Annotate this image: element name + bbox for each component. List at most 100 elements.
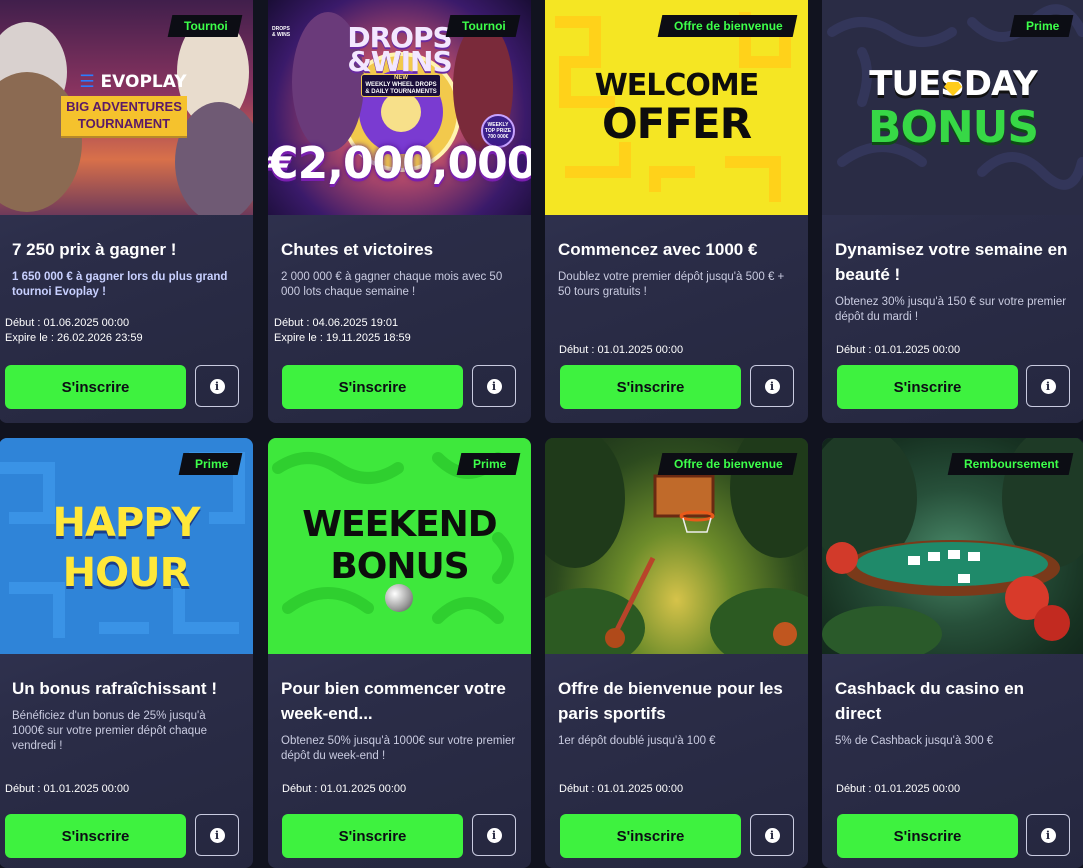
- promo-card-drops-wins: DROPS & WINS DROPS &WINS NEW WEEKLY WHEE…: [268, 0, 531, 423]
- promo-dates: Début : 04.06.2025 19:01 Expire le : 19.…: [274, 316, 411, 346]
- category-tag: Remboursement: [947, 453, 1074, 475]
- info-icon: i: [1040, 378, 1056, 394]
- promo-banner[interactable]: ☰ EVOPLAY BIG ADVENTURES TOURNAMENT Tour…: [0, 0, 253, 215]
- start-date: Début : 04.06.2025 19:01: [274, 317, 399, 329]
- promo-card-weekend-bonus: WEEKEND BONUS Prime Pour bien commencer …: [268, 438, 531, 868]
- expire-date: Expire le : 19.11.2025 18:59: [274, 332, 411, 344]
- promo-banner[interactable]: TUESDAY BONUS Prime: [822, 0, 1083, 215]
- promo-title: Pour bien commencer votre week-end...: [281, 679, 506, 723]
- banner-sub1: NEW: [394, 75, 408, 81]
- promo-title: Cashback du casino en direct: [835, 679, 1024, 723]
- banner-sub3: & DAILY TOURNAMENTS: [365, 89, 437, 95]
- promotions-grid: ☰ EVOPLAY BIG ADVENTURES TOURNAMENT Tour…: [0, 0, 1083, 868]
- promo-title: Un bonus rafraîchissant !: [12, 679, 217, 698]
- category-tag: Offre de bienvenue: [657, 453, 798, 475]
- promo-card-tuesday-bonus: TUESDAY BONUS Prime Dynamisez votre sema…: [822, 0, 1083, 423]
- promo-description: Doublez votre premier dépôt jusqu'à 500 …: [558, 271, 785, 298]
- promo-description: Obtenez 50% jusqu'à 1000€ sur votre prem…: [281, 735, 516, 762]
- promo-banner[interactable]: DROPS & WINS DROPS &WINS NEW WEEKLY WHEE…: [268, 0, 531, 215]
- banner-line1: BIG ADVENTURES: [66, 99, 182, 114]
- promo-card-live-casino-cashback: Remboursement Cashback du casino en dire…: [822, 438, 1083, 868]
- evoplay-logo: ☰ EVOPLAY: [77, 72, 189, 92]
- disco-ball-icon: [385, 584, 413, 612]
- promo-dates: Début : 01.01.2025 00:00: [5, 782, 129, 797]
- signup-button[interactable]: S'inscrire: [560, 814, 741, 858]
- promo-description: Obtenez 30% jusqu'à 150 € sur votre prem…: [835, 296, 1067, 323]
- signup-button[interactable]: S'inscrire: [560, 365, 741, 409]
- start-date: Début : 01.01.2025 00:00: [559, 344, 684, 356]
- banner-line1: WEEKEND: [302, 504, 497, 545]
- info-button[interactable]: i: [750, 365, 794, 407]
- banner-line2: OFFER: [601, 99, 752, 148]
- promo-card-evoplay-tournament: ☰ EVOPLAY BIG ADVENTURES TOURNAMENT Tour…: [0, 0, 253, 423]
- weekend-bonus-logo: WEEKEND BONUS: [268, 504, 531, 588]
- banner-title-box: BIG ADVENTURES TOURNAMENT: [61, 96, 187, 136]
- info-button[interactable]: i: [195, 814, 239, 856]
- promo-description: 1 650 000 € à gagner lors du plus grand …: [12, 271, 228, 298]
- expire-date: Expire le : 26.02.2026 23:59: [5, 332, 143, 344]
- signup-button[interactable]: S'inscrire: [837, 814, 1018, 858]
- start-date: Début : 01.06.2025 00:00: [5, 317, 130, 329]
- promo-banner[interactable]: Offre de bienvenue: [545, 438, 808, 654]
- info-icon: i: [1040, 827, 1056, 843]
- banner-subtitle: NEW WEEKLY WHEEL DROPS & DAILY TOURNAMEN…: [361, 74, 441, 97]
- category-tag: Prime: [1009, 15, 1074, 37]
- promo-card-sports-welcome: Offre de bienvenue Offre de bienvenue po…: [545, 438, 808, 868]
- info-button[interactable]: i: [472, 365, 516, 407]
- info-icon: i: [209, 378, 225, 394]
- signup-button[interactable]: S'inscrire: [837, 365, 1018, 409]
- promo-title: Commencez avec 1000 €: [558, 240, 758, 259]
- welcome-offer-logo: WELCOME OFFER: [545, 67, 808, 148]
- banner-line1: HAPPY: [52, 500, 200, 546]
- banner-line2: &WINS: [347, 45, 452, 78]
- promo-banner[interactable]: Remboursement: [822, 438, 1083, 654]
- start-date: Début : 01.01.2025 00:00: [836, 344, 961, 356]
- signup-button[interactable]: S'inscrire: [282, 365, 463, 409]
- promo-card-happy-hour: HAPPY HOUR Prime Un bonus rafraîchissant…: [0, 438, 253, 868]
- info-button[interactable]: i: [472, 814, 516, 856]
- promo-description: 1er dépôt doublé jusqu'à 100 €: [558, 735, 716, 747]
- promo-description: Bénéficiez d'un bonus de 25% jusqu'à 100…: [12, 710, 207, 752]
- banner-line2: BONUS: [330, 546, 469, 587]
- promo-title: Chutes et victoires: [281, 240, 434, 259]
- tuesday-bonus-logo: TUESDAY BONUS: [822, 62, 1083, 150]
- start-date: Début : 01.01.2025 00:00: [836, 783, 961, 795]
- info-button[interactable]: i: [1026, 365, 1070, 407]
- prize-amount: €2,000,000: [268, 138, 531, 189]
- start-date: Début : 01.01.2025 00:00: [559, 783, 684, 795]
- promo-title: Dynamisez votre semaine en beauté !: [835, 240, 1068, 284]
- signup-button[interactable]: S'inscrire: [5, 814, 186, 858]
- promo-dates: Début : 01.01.2025 00:00: [836, 343, 960, 358]
- banner-line2: TOURNAMENT: [77, 116, 171, 131]
- banner-brand: EVOPLAY: [100, 72, 187, 92]
- info-icon: i: [486, 378, 502, 394]
- start-date: Début : 01.01.2025 00:00: [5, 783, 130, 795]
- info-icon: i: [486, 827, 502, 843]
- category-tag: Tournoi: [167, 15, 243, 37]
- promo-dates: Début : 01.01.2025 00:00: [836, 782, 960, 797]
- banner-line2: BONUS: [867, 102, 1039, 153]
- promo-card-welcome-offer: WELCOME OFFER Offre de bienvenue Commenc…: [545, 0, 808, 423]
- category-tag: Prime: [178, 453, 243, 475]
- signup-button[interactable]: S'inscrire: [282, 814, 463, 858]
- promo-dates: Début : 01.01.2025 00:00: [559, 343, 683, 358]
- promo-dates: Début : 01.06.2025 00:00 Expire le : 26.…: [5, 316, 143, 346]
- info-icon: i: [209, 827, 225, 843]
- info-button[interactable]: i: [195, 365, 239, 407]
- info-button[interactable]: i: [750, 814, 794, 856]
- category-tag: Offre de bienvenue: [657, 15, 798, 37]
- promo-description: 2 000 000 € à gagner chaque mois avec 50…: [281, 271, 503, 298]
- evoplay-mark-icon: ☰: [79, 72, 95, 92]
- promo-title: 7 250 prix à gagner !: [12, 240, 177, 259]
- promo-dates: Début : 01.01.2025 00:00: [559, 782, 683, 797]
- promo-description: 5% de Cashback jusqu'à 300 €: [835, 735, 994, 747]
- category-tag: Prime: [456, 453, 521, 475]
- promo-banner[interactable]: HAPPY HOUR Prime: [0, 438, 253, 654]
- info-icon: i: [764, 827, 780, 843]
- promo-banner[interactable]: WEEKEND BONUS Prime: [268, 438, 531, 654]
- banner-line2: HOUR: [62, 550, 191, 596]
- start-date: Début : 01.01.2025 00:00: [282, 783, 407, 795]
- signup-button[interactable]: S'inscrire: [5, 365, 186, 409]
- info-button[interactable]: i: [1026, 814, 1070, 856]
- promo-banner[interactable]: WELCOME OFFER Offre de bienvenue: [545, 0, 808, 215]
